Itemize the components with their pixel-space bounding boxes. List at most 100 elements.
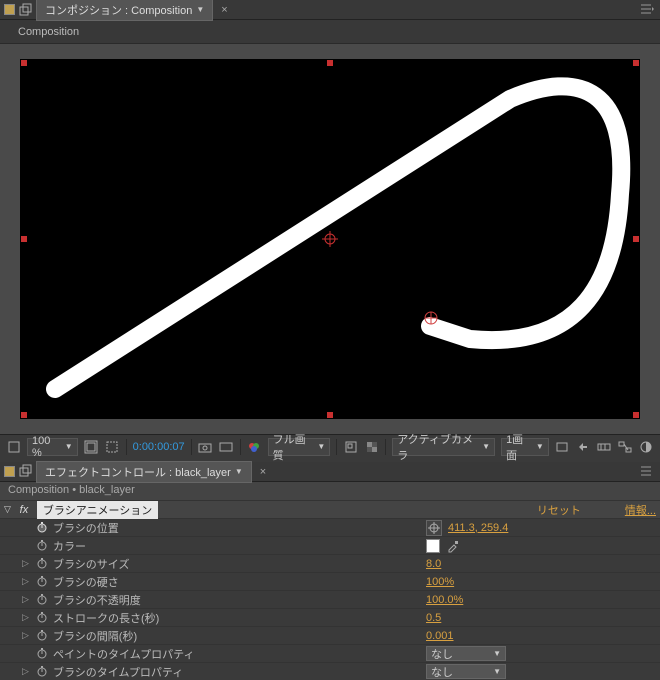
snapshot-icon[interactable] <box>198 439 213 455</box>
prop-name: ストロークの長さ(秒) <box>53 610 159 626</box>
chevron-down-icon: ▼ <box>317 442 325 451</box>
prop-value[interactable]: 0.001 <box>426 630 454 642</box>
stopwatch-icon[interactable] <box>36 539 49 552</box>
comp-viewer[interactable] <box>0 44 660 434</box>
region-icon[interactable] <box>6 439 21 455</box>
ec-tab-label: エフェクトコントロール : black_layer <box>45 464 231 480</box>
dropdown-value: なし <box>431 664 453 680</box>
prop-name: ブラシのタイムプロパティ <box>53 664 183 680</box>
prop-value[interactable]: 0.5 <box>426 612 441 624</box>
close-tab-button[interactable]: × <box>217 4 231 16</box>
prop-row[interactable]: カラー <box>0 536 660 554</box>
twirl-right-icon[interactable]: ▷ <box>22 594 32 605</box>
pixel-aspect-icon[interactable] <box>555 439 570 455</box>
layers-icon[interactable] <box>19 464 32 480</box>
zoom-dropdown[interactable]: 100 %▼ <box>27 438 78 456</box>
prop-name: ブラシの間隔(秒) <box>53 628 137 644</box>
twirl-right-icon[interactable]: ▷ <box>22 630 32 641</box>
panel-menu-icon[interactable] <box>640 3 654 18</box>
prop-row[interactable]: ▷ブラシのタイムプロパティなし▼ <box>0 662 660 680</box>
prop-row[interactable]: ▷ ブラシの不透明度 100.0% <box>0 590 660 608</box>
fast-previews-icon[interactable] <box>576 439 591 455</box>
timeline-icon[interactable] <box>597 439 612 455</box>
color-swatch[interactable] <box>426 539 440 553</box>
info-link[interactable]: 情報... <box>625 502 656 518</box>
reset-link[interactable]: リセット <box>537 502 581 518</box>
handle-icon[interactable] <box>21 60 27 66</box>
comp-canvas[interactable] <box>20 59 640 419</box>
comp-flowchart-icon[interactable] <box>618 439 633 455</box>
twirl-right-icon[interactable]: ▷ <box>22 558 32 569</box>
prop-value[interactable]: 100.0% <box>426 594 463 606</box>
preview-toolbar: 100 %▼ 0:00:00:07 フル画質▼ アクティブカメラ▼ 1画面▼ <box>0 434 660 458</box>
stopwatch-icon[interactable] <box>36 575 49 588</box>
effect-name[interactable]: ブラシアニメーション <box>37 501 158 519</box>
eyedropper-icon[interactable] <box>446 539 462 553</box>
exposure-icon[interactable] <box>639 439 654 455</box>
handle-icon[interactable] <box>633 412 639 418</box>
separator <box>336 439 337 455</box>
handle-icon[interactable] <box>327 60 333 66</box>
grid-mask-icon[interactable] <box>105 439 120 455</box>
comp-tab[interactable]: コンポジション : Composition ▼ <box>36 0 213 21</box>
prop-dropdown[interactable]: なし▼ <box>426 664 506 679</box>
resolution-dropdown[interactable]: フル画質▼ <box>268 438 331 456</box>
timecode-display[interactable]: 0:00:00:07 <box>133 441 185 453</box>
close-tab-button[interactable]: × <box>256 466 270 478</box>
handle-icon[interactable] <box>633 236 639 242</box>
stopwatch-icon[interactable] <box>36 629 49 642</box>
prop-name: ブラシの不透明度 <box>53 592 141 608</box>
effect-header-row[interactable]: ▽ fx ブラシアニメーション リセット 情報... <box>0 500 660 518</box>
views-dropdown[interactable]: 1画面▼ <box>501 438 549 456</box>
prop-name: ブラシのサイズ <box>53 556 129 572</box>
chevron-down-icon: ▼ <box>65 442 73 451</box>
prop-row[interactable]: ▷ブラシの硬さ100% <box>0 572 660 590</box>
panel-swatch-icon <box>4 466 15 477</box>
prop-row[interactable]: ▷ ストロークの長さ(秒) 0.5 <box>0 608 660 626</box>
comp-name-link[interactable]: Composition <box>18 26 79 38</box>
point-picker-icon[interactable] <box>426 520 442 536</box>
twirl-down-icon[interactable]: ▽ <box>4 504 11 515</box>
comp-panel-tab-bar: コンポジション : Composition ▼ × <box>0 0 660 20</box>
prop-row[interactable]: ▷ ブラシのサイズ 8.0 <box>0 554 660 572</box>
channel-icon[interactable] <box>247 439 262 455</box>
handle-icon[interactable] <box>633 60 639 66</box>
chevron-down-icon: ▼ <box>536 442 544 451</box>
transparency-grid-icon[interactable] <box>364 439 379 455</box>
separator <box>126 439 127 455</box>
camera-dropdown[interactable]: アクティブカメラ▼ <box>392 438 495 456</box>
prop-name: ブラシの位置 <box>53 520 119 536</box>
stopwatch-icon[interactable] <box>36 521 49 534</box>
prop-value[interactable]: 411.3, 259.4 <box>448 522 508 534</box>
prop-value[interactable]: 100% <box>426 576 454 588</box>
anchor-point-icon[interactable] <box>322 231 338 247</box>
stopwatch-icon[interactable] <box>36 665 49 678</box>
stopwatch-icon[interactable] <box>36 647 49 660</box>
panel-menu-icon[interactable] <box>640 465 654 480</box>
fx-toggle-icon[interactable]: fx <box>15 504 33 516</box>
prop-row[interactable]: ▷ ブラシの間隔(秒) 0.001 <box>0 626 660 644</box>
separator <box>240 439 241 455</box>
prop-value[interactable]: 8.0 <box>426 558 441 570</box>
prop-name: ペイントのタイムプロパティ <box>53 646 194 662</box>
twirl-right-icon[interactable]: ▷ <box>22 576 32 587</box>
roi-icon[interactable] <box>343 439 358 455</box>
prop-row[interactable]: ブラシの位置 411.3, 259.4 <box>0 518 660 536</box>
stopwatch-icon[interactable] <box>36 593 49 606</box>
separator <box>385 439 386 455</box>
handle-icon[interactable] <box>327 412 333 418</box>
ec-tab[interactable]: エフェクトコントロール : black_layer ▼ <box>36 461 252 483</box>
handle-icon[interactable] <box>21 412 27 418</box>
stopwatch-icon[interactable] <box>36 611 49 624</box>
value-cell <box>426 539 656 553</box>
comp-tab-label: コンポジション : Composition <box>45 2 192 18</box>
safe-zones-icon[interactable] <box>84 439 99 455</box>
prop-dropdown[interactable]: なし▼ <box>426 646 506 661</box>
show-snapshot-icon[interactable] <box>219 439 234 455</box>
twirl-right-icon[interactable]: ▷ <box>22 612 32 623</box>
brush-position-target-icon[interactable] <box>423 310 439 329</box>
stopwatch-icon[interactable] <box>36 557 49 570</box>
handle-icon[interactable] <box>21 236 27 242</box>
prop-row[interactable]: ペイントのタイムプロパティ なし▼ <box>0 644 660 662</box>
layers-icon[interactable] <box>19 3 32 16</box>
